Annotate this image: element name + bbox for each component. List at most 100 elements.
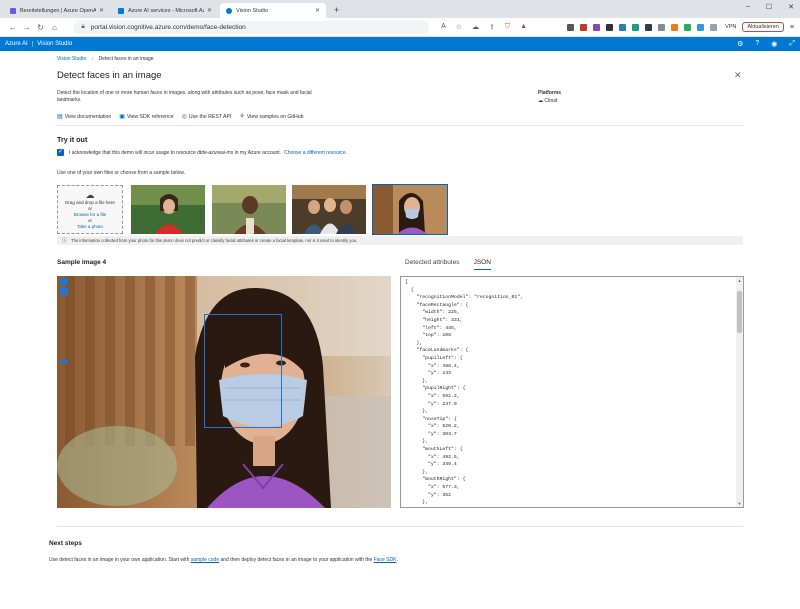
minimize-icon[interactable]: –: [746, 3, 750, 11]
browser-tab-openai[interactable]: Bereitstellungen | Azure OpenAI Stu ✕: [4, 3, 110, 18]
vpn-button[interactable]: VPN: [725, 24, 736, 30]
sample-photo: [292, 185, 366, 234]
tab-json[interactable]: JSON: [473, 259, 491, 270]
breadcrumb-root[interactable]: Vision Studio: [57, 56, 86, 62]
platforms-value: Cloud: [544, 98, 558, 104]
sample-photo: [373, 185, 447, 234]
update-button[interactable]: Aktualisieren: [742, 22, 784, 32]
link-label: View SDK reference: [126, 113, 174, 120]
document-icon: ▤: [57, 114, 63, 120]
extension-icon[interactable]: [632, 23, 640, 31]
close-icon[interactable]: ✕: [207, 7, 212, 14]
bookmark-star-icon[interactable]: ☆: [456, 23, 462, 31]
sample-image-4[interactable]: [372, 184, 448, 235]
divider: |: [31, 41, 34, 47]
extension-icon[interactable]: [684, 23, 692, 31]
account-icon[interactable]: ◉: [771, 40, 777, 48]
extension-icon[interactable]: [671, 23, 679, 31]
reload-icon[interactable]: ↻: [34, 23, 48, 32]
file-drop-zone[interactable]: ☁ Drag and drop a file here or Browse fo…: [57, 185, 123, 234]
gear-icon[interactable]: ⚙: [737, 40, 743, 48]
cloud-icon[interactable]: ☁: [472, 23, 479, 31]
scrollbar-thumb[interactable]: [737, 291, 742, 333]
next-steps-text: Use detect faces in an image in your own…: [49, 557, 190, 563]
json-output-text: [ { "recognitionModel": "recognition_01"…: [405, 280, 524, 506]
next-steps-heading: Next steps: [49, 540, 82, 547]
link-label: View documentation: [64, 113, 112, 120]
face-marker: [60, 288, 68, 295]
url-bar[interactable]: 🔒︎ portal.vision.cognitive.azure.com/dem…: [73, 20, 430, 34]
expand-icon[interactable]: ⤢: [789, 40, 795, 48]
detected-face-rectangle: [204, 314, 282, 428]
azure-favicon-icon: [118, 7, 124, 14]
vision-studio-favicon-icon: [226, 7, 232, 14]
openai-favicon-icon: [10, 7, 16, 14]
view-github-samples-link[interactable]: ⚘ View samples on GitHub: [239, 113, 303, 121]
extension-icon[interactable]: [567, 23, 575, 31]
extension-icon[interactable]: [710, 23, 718, 31]
divider: [57, 125, 743, 126]
info-icon: ⓘ: [62, 238, 68, 244]
maximize-icon[interactable]: ☐: [766, 3, 772, 11]
next-steps-text: and then deploy detect faces in an image…: [220, 557, 373, 563]
github-icon: ⚘: [239, 114, 245, 120]
window-controls: – ☐ ✕: [746, 3, 794, 11]
header-actions: ⚙ ? ◉ ⤢: [737, 40, 795, 48]
json-output-panel[interactable]: [ { "recognitionModel": "recognition_01"…: [400, 276, 744, 508]
result-tabs: Detected attributes JSON: [405, 259, 491, 270]
sample-image-title: Sample image 4: [57, 259, 107, 266]
extension-icon[interactable]: [697, 23, 705, 31]
tab-label: Vision Studio: [236, 7, 269, 14]
new-tab-button[interactable]: +: [328, 3, 345, 18]
home-icon[interactable]: ⌂: [47, 23, 61, 32]
privacy-note: The information collected from your phot…: [71, 238, 358, 243]
sample-image-2[interactable]: [212, 185, 286, 234]
tab-detected-attributes[interactable]: Detected attributes: [405, 259, 460, 270]
scroll-up-icon[interactable]: ▲: [736, 278, 743, 283]
acknowledgement-row: ✓ I acknowledge that this demo will incu…: [57, 149, 347, 156]
json-scrollbar[interactable]: ▲ ▼: [736, 277, 743, 507]
extension-icon[interactable]: [606, 23, 614, 31]
close-icon[interactable]: ✕: [315, 7, 320, 14]
share-icon[interactable]: ⇪: [489, 23, 495, 31]
brave-shield-icon[interactable]: ⛉: [505, 23, 510, 31]
take-photo-link[interactable]: Take a photo: [77, 224, 103, 230]
window-close-icon[interactable]: ✕: [788, 3, 794, 11]
scroll-down-icon[interactable]: ▼: [736, 501, 743, 506]
extension-icon[interactable]: [580, 23, 588, 31]
platforms-info: Platforms ☁ Cloud: [538, 90, 561, 104]
sample-image-3[interactable]: [292, 185, 366, 234]
sample-photo: [212, 185, 286, 234]
close-icon[interactable]: ✕: [734, 70, 742, 81]
acknowledge-checkbox[interactable]: ✓: [57, 149, 64, 156]
extension-icon[interactable]: [658, 23, 666, 31]
divider: [57, 526, 743, 527]
ack-suffix: in my Azure account.: [234, 149, 282, 156]
sample-code-link[interactable]: sample code: [191, 557, 219, 563]
back-arrow-icon[interactable]: ←: [6, 23, 20, 32]
brand-name[interactable]: Azure AI: [5, 41, 28, 47]
view-documentation-link[interactable]: ▤ View documentation: [57, 113, 112, 121]
browser-menu-icon[interactable]: ≡: [790, 24, 794, 31]
translate-icon[interactable]: A: [441, 23, 446, 31]
choose-resource-link[interactable]: Choose a different resource.: [284, 150, 347, 156]
close-icon[interactable]: ✕: [99, 7, 104, 14]
url-action-icons: A ☆ ☁ ⇪ ⛉ ▲: [441, 23, 527, 31]
browser-tab-vision-studio[interactable]: Vision Studio ✕: [220, 3, 326, 18]
sample-image-1[interactable]: [131, 185, 205, 234]
browser-tab-azure-ai-services[interactable]: Azure AI services - Microsoft Azure ✕: [112, 3, 218, 18]
face-sdk-link[interactable]: Face SDK: [374, 557, 397, 563]
forward-arrow-icon[interactable]: →: [20, 23, 34, 32]
main-content: Vision Studio › Detect faces in an image…: [0, 51, 800, 609]
view-sdk-reference-link[interactable]: ▣ View SDK reference: [119, 113, 174, 121]
help-icon[interactable]: ?: [755, 40, 759, 48]
tab-label: Bereitstellungen | Azure OpenAI Stu: [20, 7, 96, 14]
link-label: Use the REST API: [188, 113, 232, 120]
extension-icon[interactable]: [619, 23, 627, 31]
use-rest-api-link[interactable]: ◎ Use the REST API: [182, 113, 232, 121]
rewards-triangle-icon[interactable]: ▲: [520, 23, 527, 31]
product-name[interactable]: Vision Studio: [37, 41, 72, 47]
extension-icon[interactable]: [645, 23, 653, 31]
privacy-info-banner: ⓘ The information collected from your ph…: [57, 236, 743, 245]
extension-icon[interactable]: [593, 23, 601, 31]
